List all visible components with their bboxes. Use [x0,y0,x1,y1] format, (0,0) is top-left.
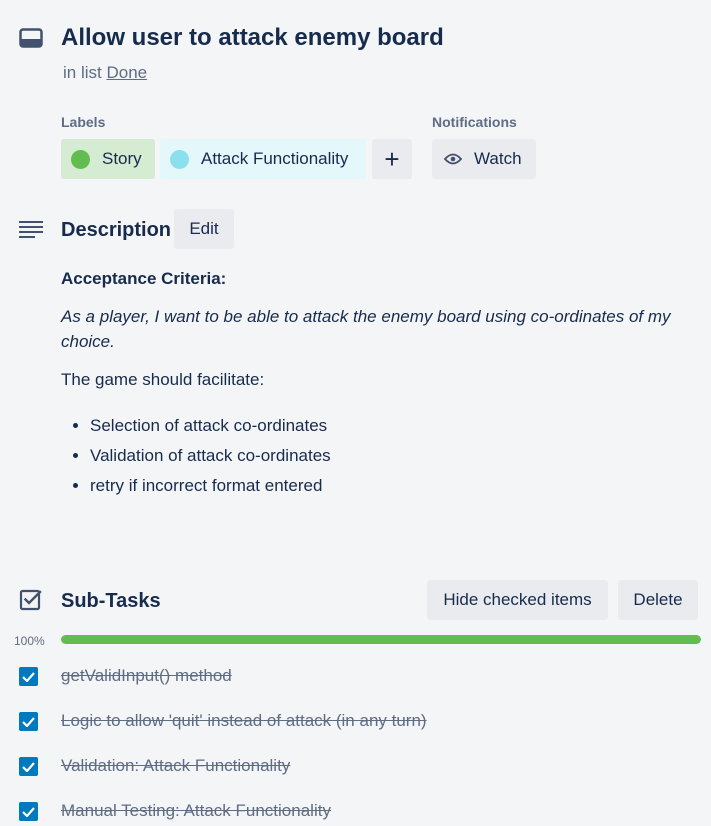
user-story-text: As a player, I want to be able to attack… [61,307,671,351]
progress-bar-fill [61,635,701,644]
criteria-list: Selection of attack co-ordinates Validat… [61,411,331,501]
list-item: Validation of attack co-ordinates [90,441,331,471]
checklist-item-checkbox[interactable] [19,757,38,776]
criteria-intro: The game should facilitate: [61,370,265,389]
checkmark-icon [22,671,35,682]
list-item: Selection of attack co-ordinates [90,411,331,441]
description-lines-icon [19,220,43,240]
notifications-heading: Notifications [432,114,517,130]
in-list-prefix: in list [63,63,102,82]
plus-icon: + [384,143,400,174]
in-list-text: in list Done [63,63,147,83]
hide-checked-items-button[interactable]: Hide checked items [427,580,608,620]
edit-description-button[interactable]: Edit [174,209,234,249]
list-link[interactable]: Done [106,63,147,82]
checklist-item-text[interactable]: getValidInput() method [61,666,232,686]
checklist-item-checkbox[interactable] [19,712,38,731]
checklist-item-checkbox[interactable] [19,802,38,821]
delete-checklist-button[interactable]: Delete [618,580,698,620]
checkmark-icon [22,761,35,772]
label-color-dot [71,149,90,169]
eye-icon [444,153,462,165]
label-color-dot [170,149,189,169]
checklist-item-text[interactable]: Logic to allow 'quit' instead of attack … [61,711,427,731]
checkmark-icon [22,806,35,817]
labels-heading: Labels [61,114,106,130]
card-title[interactable]: Allow user to attack enemy board [61,24,444,52]
card-icon [19,28,43,48]
checkmark-icon [22,716,35,727]
label-name: Attack Functionality [201,149,349,168]
label-attack-functionality[interactable]: Attack Functionality [160,139,366,179]
checklist-icon [19,589,43,618]
description-heading: Description [61,219,172,241]
acceptance-criteria-heading: Acceptance Criteria: [61,269,227,288]
checklist-heading: Sub-Tasks [61,590,161,612]
label-story[interactable]: Story [61,139,155,179]
progress-percentage: 100% [14,634,45,648]
watch-button[interactable]: Watch [432,139,536,179]
add-label-button[interactable]: + [372,139,412,179]
label-name: Story [102,149,142,168]
checklist-item-text[interactable]: Validation: Attack Functionality [61,756,290,776]
progress-bar [61,635,701,644]
list-item: retry if incorrect format entered [90,471,331,501]
checklist-item-text[interactable]: Manual Testing: Attack Functionality [61,801,331,821]
watch-label: Watch [474,149,522,168]
checklist-item-checkbox[interactable] [19,667,38,686]
